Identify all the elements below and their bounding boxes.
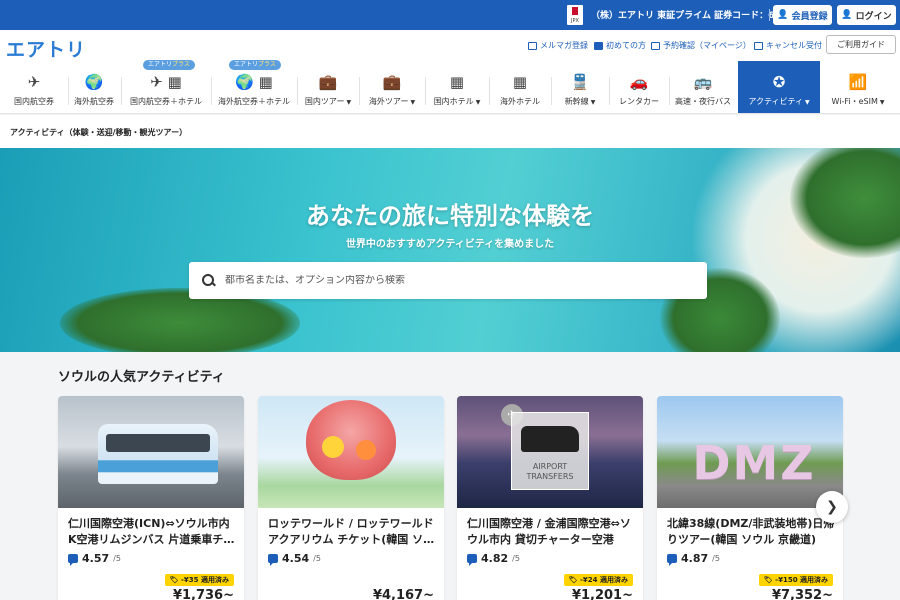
nav-activities[interactable]: ✪ アクティビティ ▼ [738,61,820,113]
airtrip-plus-badge: エアトリプラス [143,60,195,70]
divider [769,9,770,21]
card-rating: 4.57/5 [68,552,121,566]
site-logo[interactable]: エアトリ [6,35,86,62]
globe-hotel-icon: 🌍 ▦ [235,73,273,91]
guide-button[interactable]: ご利用ガイド [826,35,896,54]
clipboard-icon [651,41,660,50]
carousel-next-button[interactable]: ❯ [816,491,848,523]
card-title: 仁川国際空港 / 金浦国際空港⇔ソ ウル市内 貸切チャーター空港送… [467,517,631,546]
hero-title: あなたの旅に特別な体験を [306,202,594,230]
section-title: ソウルの人気アクティビティ [58,370,225,385]
user-icon: 👤 [841,10,853,20]
card-price: ¥1,736~ [172,588,234,600]
card-image-bus [58,396,244,508]
caret-down-icon: ▼ [410,99,416,106]
rating-bubble-icon [268,554,278,566]
coupon-badge: 🏷 -¥24 適用済み [563,574,633,586]
nav-rental-car[interactable]: 🚗 レンタカー [609,61,669,113]
nav-international-flight-hotel[interactable]: エアトリプラス 🌍 ▦ 海外航空券＋ホテル [211,60,297,113]
top-bar: JPX （株）エアトリ 東証プライム 証券コード：6191 👤 会員登録 👤 ロ… [0,0,900,30]
card-image-airport-transfer: ✈ AIRPORT TRANSFERS [457,396,643,508]
plane-hotel-icon: ✈ ▦ [150,73,182,91]
search-icon [201,273,217,289]
activity-icon: ✪ [772,73,786,91]
bus-icon: 🚌 [693,73,713,91]
card-rating: 4.82/5 [467,552,520,566]
company-info: （株）エアトリ 東証プライム 証券コード：6191 [591,11,794,21]
nav-international-flights[interactable]: 🌍 海外航空券 [68,61,120,113]
hero-banner: あなたの旅に特別な体験を 世界中のおすすめアクティビティを集めました [0,148,900,352]
caret-down-icon: ▼ [805,99,810,106]
card-price: ¥7,352~ [771,588,833,600]
register-button[interactable]: 👤 会員登録 [773,5,832,25]
card-title: ロッテワールド / ロッテワールド アクアリウム チケット(韓国 ソ… [268,517,435,546]
nav-domestic-flights[interactable]: ✈ 国内航空券 [0,61,68,113]
activity-card[interactable]: 仁川国際空港(ICN)⇔ソウル市内 K空港リムジンバス 片道乗車チ… 4.57/… [58,396,244,600]
caret-down-icon: ▼ [590,99,596,106]
activity-card[interactable]: DMZ 北緯38線(DMZ/非武装地帯)日帰りツアー(韓国 ソウル 京畿道) 4… [657,396,843,600]
activity-card[interactable]: ロッテワールド / ロッテワールド アクアリウム チケット(韓国 ソ… 4.54… [258,396,444,600]
caret-down-icon: ▼ [879,99,885,106]
activity-card[interactable]: ✈ AIRPORT TRANSFERS 仁川国際空港 / 金浦国際空港⇔ソ ウル… [457,396,643,600]
train-icon: 🚆 [570,73,590,91]
newsletter-link[interactable]: メルマガ登録 [528,40,588,51]
globe-plane-icon: 🌍 [84,73,104,91]
coupon-badge: 🏷 -¥150 適用済み [758,574,833,586]
cancel-link[interactable]: キャンセル受付 [754,40,822,51]
login-button[interactable]: 👤 ログイン [837,5,896,25]
card-image-lotte-world [258,396,444,508]
card-title: 仁川国際空港(ICN)⇔ソウル市内 K空港リムジンバス 片道乗車チ… [68,517,235,546]
hotel-icon: ▦ [512,73,528,91]
caret-down-icon: ▼ [475,99,481,106]
suitcase-icon: 💼 [382,73,402,91]
user-plus-icon: 👤 [777,10,789,20]
nav-highway-bus[interactable]: 🚌 高速・夜行バス [669,61,737,113]
breadcrumb: アクティビティ（体験・送迎/移動・観光ツアー） [0,115,900,148]
nav-international-tours[interactable]: 💼 海外ツアー ▼ [359,61,425,113]
mail-icon [528,41,537,50]
chevron-right-icon: ❯ [826,499,838,515]
nav-international-hotels[interactable]: ▦ 海外ホテル [489,61,551,113]
hotel-icon: ▦ [449,73,465,91]
wifi-icon: 📶 [848,73,868,91]
reservation-check-link[interactable]: 予約確認（マイページ） [651,40,751,51]
card-rating: 4.54/5 [268,552,321,566]
site-header: エアトリ メルマガ登録 初めての方 予約確認（マイページ） キャンセル受付 ご利… [0,30,900,114]
first-time-link[interactable]: 初めての方 [594,40,646,51]
nav-domestic-flight-hotel[interactable]: エアトリプラス ✈ ▦ 国内航空券＋ホテル [121,60,211,113]
breadcrumb-current: アクティビティ（体験・送迎/移動・観光ツアー） [10,128,188,137]
nav-shinkansen[interactable]: 🚆 新幹線 ▼ [551,61,609,113]
rating-bubble-icon [467,554,477,566]
card-image-dmz: DMZ [657,396,843,508]
card-price: ¥1,201~ [571,588,633,600]
card-rating: 4.87/5 [667,552,720,566]
card-price: ¥4,167~ [372,588,434,600]
airtrip-plus-badge: エアトリプラス [229,60,281,70]
main-nav: ✈ 国内航空券 🌍 海外航空券 エアトリプラス ✈ ▦ 国内航空券＋ホテル エア… [0,60,900,113]
jpx-logo-icon: JPX [567,5,583,25]
rating-bubble-icon [68,554,78,566]
hero-subtitle: 世界中のおすすめアクティビティを集めました [345,239,555,250]
plane-icon: ✈ [27,73,41,91]
search-input[interactable] [225,275,707,286]
nav-domestic-tours[interactable]: 💼 国内ツアー ▼ [297,61,359,113]
card-title: 北緯38線(DMZ/非武装地帯)日帰りツアー(韓国 ソウル 京畿道) [667,517,835,546]
coupon-badge: 🏷 -¥35 適用済み [164,574,234,586]
car-icon: 🚗 [629,73,649,91]
caret-down-icon: ▼ [346,99,352,106]
search-box[interactable] [189,262,707,299]
nav-domestic-hotels[interactable]: ▦ 国内ホテル ▼ [425,61,489,113]
beginner-icon [594,41,603,50]
nav-wifi-esim[interactable]: 📶 Wi-Fi・eSIM ▼ [820,61,896,113]
calendar-x-icon [754,41,763,50]
rating-bubble-icon [667,554,677,566]
suitcase-icon: 💼 [318,73,338,91]
